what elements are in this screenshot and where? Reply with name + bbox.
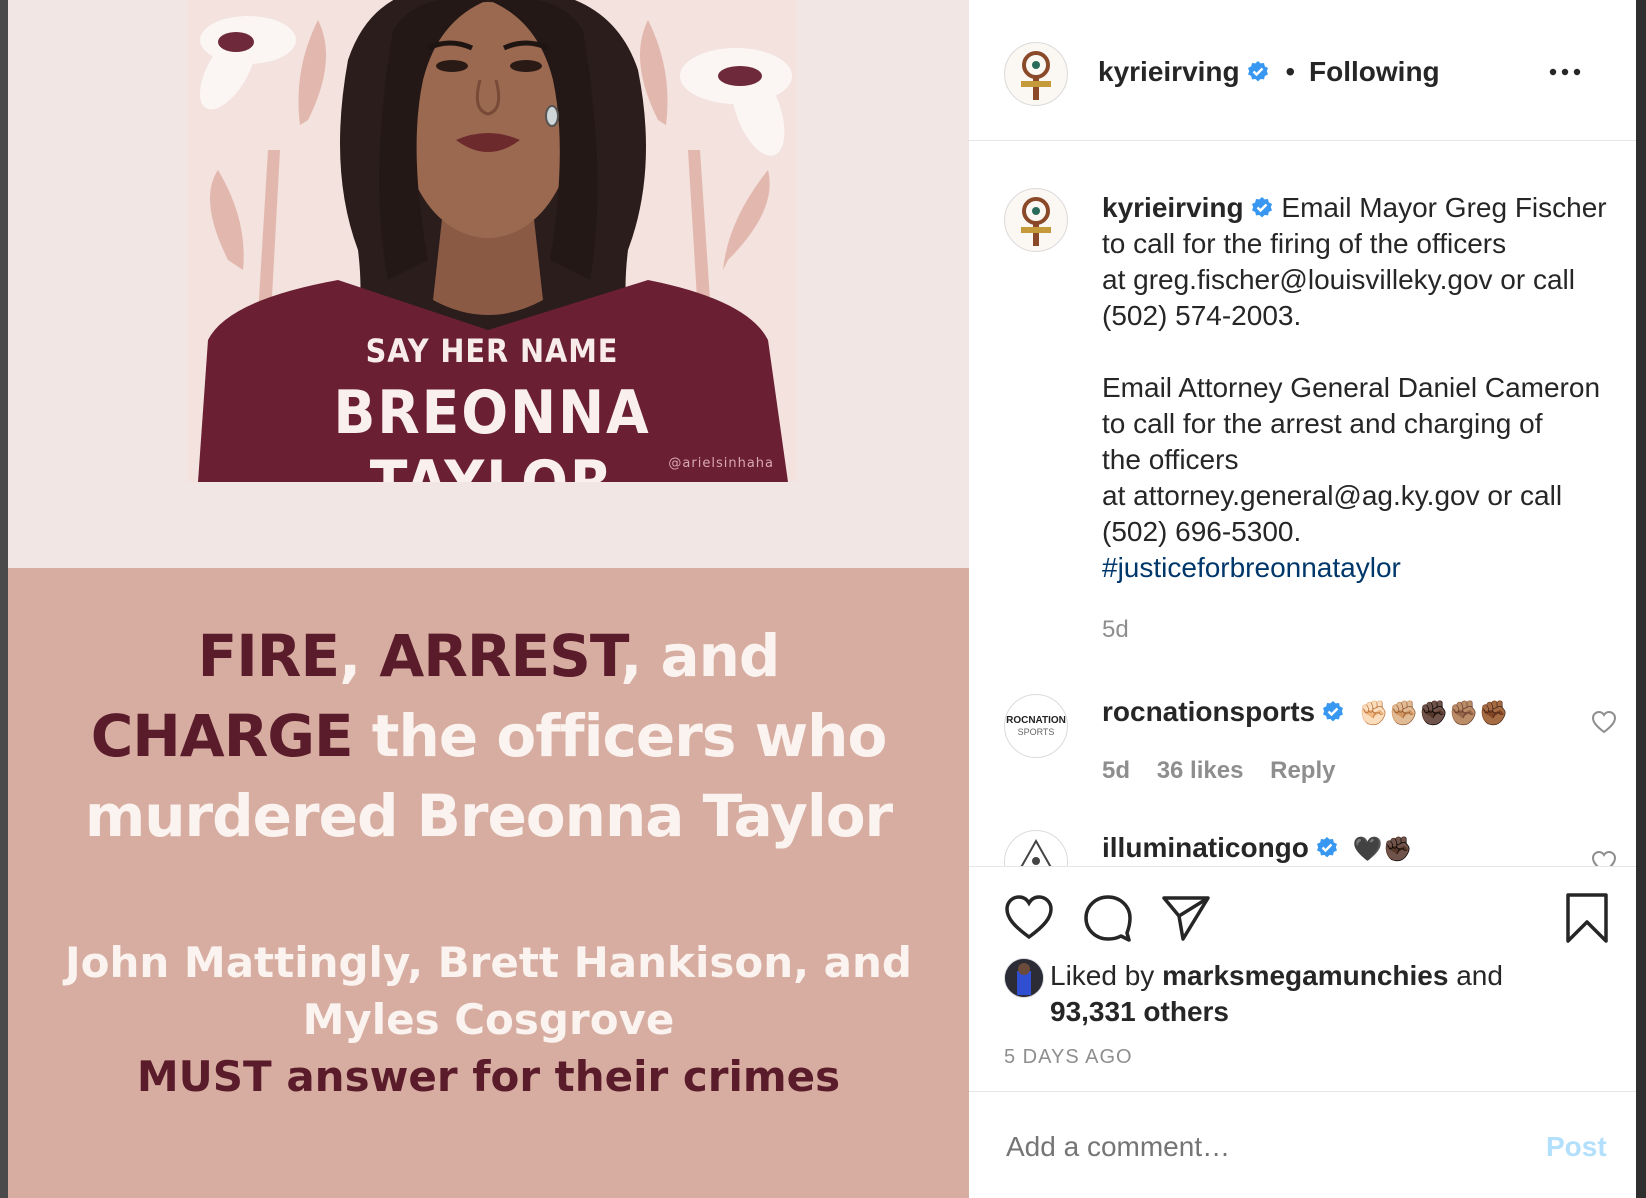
subline-must: MUST answer for their crimes <box>8 1052 969 1101</box>
caption-text-line: (502) 574-2003. <box>1102 300 1302 331</box>
headline-fire: FIRE <box>197 622 340 690</box>
comment-likes[interactable]: 36 likes <box>1157 757 1244 784</box>
save-bookmark-icon[interactable] <box>1565 892 1609 944</box>
comment-row: rocnationsports ✊🏻✊🏼✊🏿✊🏽✊🏾 <box>1102 696 1508 728</box>
eye-pyramid-icon <box>1020 838 1052 866</box>
caption-text-line: at greg.fischer@louisvilleky.gov or call <box>1102 264 1575 295</box>
comment-like-heart-icon[interactable] <box>1591 710 1617 734</box>
comment-reply-button[interactable]: Reply <box>1270 757 1335 784</box>
background-edge-left <box>0 0 8 1198</box>
caption-text-line: at attorney.general@ag.ky.gov or call <box>1102 480 1563 511</box>
caption-text-line: to call for the firing of the officers <box>1102 228 1507 259</box>
liked-by-user[interactable]: marksmegamunchies <box>1162 960 1448 991</box>
post-image[interactable]: SAY HER NAME BREONNA TAYLOR @arielsinhah… <box>8 0 969 1198</box>
headline-line-2: CHARGE the officers who <box>8 702 969 770</box>
header-divider <box>969 140 1636 141</box>
headline-and: , and <box>620 622 780 690</box>
caption-hashtag[interactable]: #justiceforbreonnataylor <box>1102 552 1401 584</box>
subline-crimes: answer for their crimes <box>286 1052 841 1101</box>
comments-divider <box>969 866 1636 867</box>
headline-arrest: ARREST <box>379 622 621 690</box>
headline-comma: , <box>339 622 361 690</box>
caption-username[interactable]: kyrieirving <box>1102 192 1244 223</box>
caption-avatar[interactable] <box>1004 188 1068 252</box>
caption-time[interactable]: 5d <box>1102 616 1129 644</box>
liked-by-others[interactable]: 93,331 others <box>1050 996 1229 1028</box>
comment-username[interactable]: illuminaticongo <box>1102 832 1309 863</box>
post-comment-button[interactable]: Post <box>1546 1131 1607 1163</box>
like-heart-icon[interactable] <box>1004 894 1054 940</box>
post-timestamp[interactable]: 5 DAYS AGO <box>1004 1046 1133 1069</box>
poster-bottom: FIRE, ARREST, and CHARGE the officers wh… <box>8 568 969 1198</box>
ankh-avatar-icon <box>1021 197 1051 246</box>
comment-like-heart-icon[interactable] <box>1591 850 1617 866</box>
caption-text-line: to call for the arrest and charging of <box>1102 408 1543 439</box>
following-button[interactable]: Following <box>1309 56 1440 87</box>
header-user: kyrieirving • Following <box>1098 56 1440 88</box>
caption-first-line: kyrieirving Email Mayor Greg Fischer <box>1102 192 1607 224</box>
headline-charge: CHARGE <box>90 702 354 770</box>
comment-username[interactable]: rocnationsports <box>1102 696 1315 727</box>
headline-line-1: FIRE, ARREST, and <box>8 622 969 690</box>
caption-text-line: (502) 696-5300. <box>1102 516 1302 547</box>
rocnation-logo-sub: SPORTS <box>1017 727 1055 737</box>
header-username[interactable]: kyrieirving <box>1098 56 1240 87</box>
comment-row: illuminaticongo 🖤✊🏿 <box>1102 832 1412 864</box>
poster-say-her-name: SAY HER NAME <box>365 332 619 370</box>
verified-badge-icon <box>1251 197 1272 218</box>
subline-names-2: Myles Cosgrove <box>302 995 675 1044</box>
comment-row-clipped: illuminaticongo 🖤✊🏿 <box>969 816 1636 866</box>
comment-avatar[interactable] <box>1004 830 1068 866</box>
caption-text-line: Email Mayor Greg Fischer <box>1281 192 1607 223</box>
subline-names-1: John Mattingly, Brett Hankison, and <box>65 938 912 987</box>
liked-by-prefix: Liked by <box>1050 960 1155 991</box>
comment-time[interactable]: 5d <box>1102 757 1130 784</box>
liked-by-and: and <box>1456 960 1503 991</box>
comment-meta: 5d 36 likes Reply <box>1102 757 1335 785</box>
comment-text: 🖤✊🏿 <box>1352 836 1413 863</box>
verified-badge-icon <box>1247 61 1268 82</box>
subline-must-word: MUST <box>136 1052 272 1101</box>
header-avatar[interactable] <box>1004 42 1068 106</box>
more-options-icon[interactable] <box>1545 60 1585 84</box>
comment-avatar[interactable]: ROCNATION SPORTS <box>1004 694 1068 758</box>
headline-officers: the officers who <box>371 702 887 770</box>
header-separator: • <box>1285 56 1296 87</box>
background-edge-right <box>1636 0 1646 1198</box>
post-side-panel: kyrieirving • Following kyrieirving Emai… <box>969 0 1636 1198</box>
comment-input[interactable] <box>1004 1124 1508 1170</box>
share-paper-plane-icon[interactable] <box>1161 894 1211 942</box>
rocnation-logo-text: ROCNATION <box>1006 715 1066 726</box>
caption-text-line: Email Attorney General Daniel Cameron <box>1102 372 1601 403</box>
portrait-illustration: SAY HER NAME BREONNA TAYLOR @arielsinhah… <box>188 0 796 482</box>
liked-by-line: Liked by marksmegamunchies and <box>1050 960 1503 992</box>
comment-box-divider <box>969 1091 1636 1092</box>
comment-bubble-icon[interactable] <box>1083 893 1133 943</box>
poster-artist-credit: @arielsinhaha <box>668 456 774 471</box>
ankh-avatar-icon <box>1021 51 1051 100</box>
poster-top: SAY HER NAME BREONNA TAYLOR @arielsinhah… <box>8 0 969 568</box>
comment-text: ✊🏻✊🏼✊🏿✊🏽✊🏾 <box>1358 700 1509 727</box>
verified-badge-icon <box>1316 837 1337 858</box>
liker-avatar[interactable] <box>1004 958 1044 998</box>
headline-line-3: murdered Breonna Taylor <box>84 782 893 850</box>
verified-badge-icon <box>1323 701 1344 722</box>
caption-text-line: the officers <box>1102 444 1239 475</box>
